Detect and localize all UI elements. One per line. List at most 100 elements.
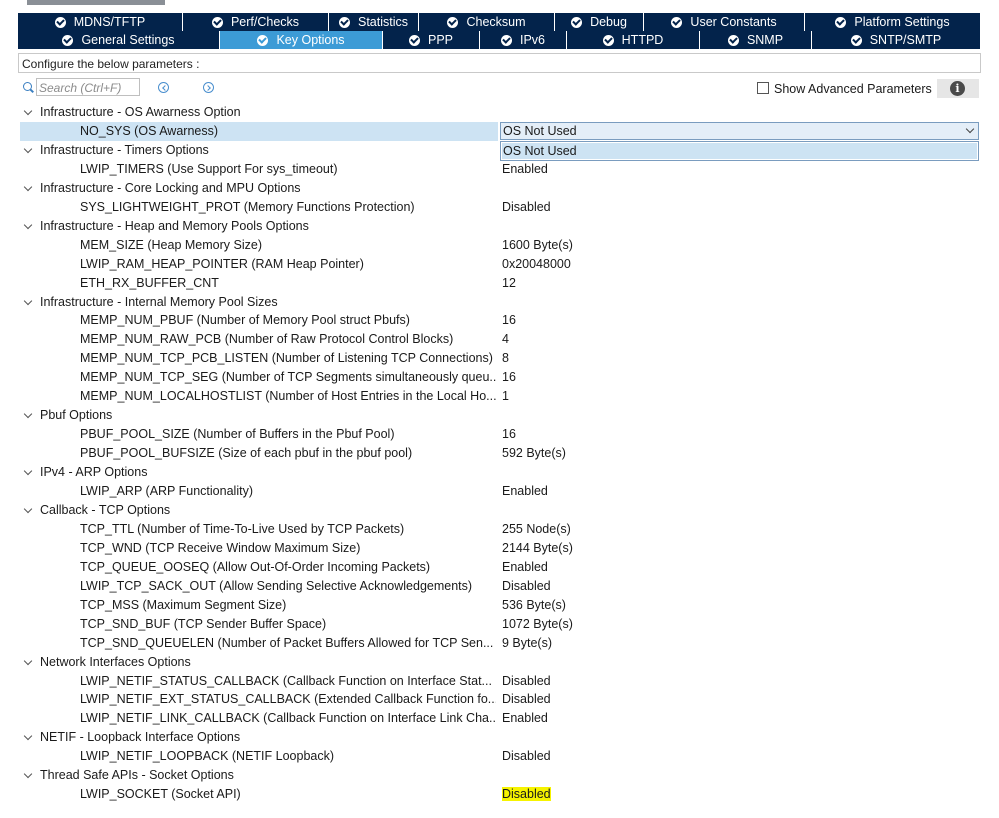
parameter-row[interactable]: LWIP_RAM_HEAP_POINTER (RAM Heap Pointer)… [0,255,999,274]
parameter-row[interactable]: LWIP_TCP_SACK_OUT (Allow Sending Selecti… [0,577,999,596]
parameter-row[interactable]: LWIP_SOCKET (Socket API) Disabled [0,785,999,804]
parameter-value[interactable]: 4 [502,332,509,346]
parameter-value[interactable]: 592 Byte(s) [502,446,566,460]
show-advanced-toggle[interactable]: Show Advanced Parameters [757,82,932,96]
collapse-arrow-icon[interactable] [23,656,33,665]
tab-httpd[interactable]: HTTPD [567,31,700,49]
info-button[interactable]: i [937,79,979,98]
parameter-value[interactable]: Disabled [502,787,551,802]
tab-debug[interactable]: Debug [555,13,644,31]
collapse-arrow-icon[interactable] [23,220,33,229]
group-header[interactable]: Infrastructure - Core Locking and MPU Op… [0,179,999,198]
tab-key-options[interactable]: Key Options [220,31,383,49]
tab-user-constants[interactable]: User Constants [644,13,805,31]
collapse-arrow-icon[interactable] [23,504,33,514]
tab-sntp-smtp[interactable]: SNTP/SMTP [812,31,981,49]
parameter-row[interactable]: TCP_SND_BUF (TCP Sender Buffer Space) 107… [0,615,999,634]
parameter-row[interactable]: PBUF_POOL_BUFSIZE (Size of each pbuf in … [0,444,999,463]
chevron-down-icon[interactable] [965,124,975,134]
parameter-row[interactable]: PBUF_POOL_SIZE (Number of Buffers in the… [0,425,999,444]
parameter-row[interactable]: MEMP_NUM_LOCALHOSTLIST (Number of Host E… [0,387,999,406]
parameter-row[interactable]: LWIP_NETIF_LINK_CALLBACK (Callback Funct… [0,709,999,728]
tab-general-settings[interactable]: General Settings [18,31,220,49]
parameter-value[interactable]: 536 Byte(s) [502,598,566,612]
search-field[interactable]: Search (Ctrl+F) [23,78,141,98]
parameter-value[interactable]: 9 Byte(s) [502,636,552,650]
parameter-value[interactable]: Enabled [502,711,548,725]
tab-snmp[interactable]: SNMP [700,31,812,49]
collapse-arrow-icon[interactable] [23,466,33,476]
tab-checksum[interactable]: Checksum [419,13,555,31]
no-sys-dropdown[interactable]: OS Not Used [500,122,979,140]
tab-ipv6[interactable]: IPv6 [480,31,567,49]
next-match-icon[interactable] [203,82,214,93]
parameter-value[interactable]: Disabled [502,674,551,688]
group-header[interactable]: Infrastructure - Internal Memory Pool Si… [0,293,999,312]
parameter-value[interactable]: 16 [502,370,516,384]
collapse-arrow-icon[interactable] [23,144,33,154]
tab-label: MDNS/TFTP [73,15,146,29]
parameter-value[interactable]: 0x20048000 [502,257,571,271]
parameter-row[interactable]: MEMP_NUM_RAW_PCB (Number of Raw Protocol… [0,330,999,349]
parameter-value[interactable]: Enabled [502,484,548,498]
check-circle-icon [408,34,420,46]
parameter-row[interactable]: LWIP_ARP (ARP Functionality) Enabled [0,482,999,501]
group-header[interactable]: IPv4 - ARP Options [0,463,999,482]
parameter-value[interactable]: Disabled [502,749,551,763]
checkbox-icon[interactable] [757,82,769,94]
parameter-row[interactable]: ETH_RX_BUFFER_CNT 12 [0,274,999,293]
parameter-name: TCP_MSS (Maximum Segment Size) [80,597,287,612]
parameter-value[interactable]: Disabled [502,200,551,214]
tab-perf-checks[interactable]: Perf/Checks [183,13,329,31]
parameter-value[interactable]: Disabled [502,692,551,706]
parameter-row[interactable]: LWIP_TIMERS (Use Support For sys_timeout… [0,160,999,179]
tab-mdns-tftp[interactable]: MDNS/TFTP [18,13,183,31]
collapse-arrow-icon[interactable] [23,732,33,741]
parameter-value[interactable]: 16 [502,313,516,327]
parameter-value[interactable]: 1 [502,389,509,403]
collapse-arrow-icon[interactable] [23,770,33,779]
parameter-row[interactable]: TCP_SND_QUEUELEN (Number of Packet Buffe… [0,634,999,653]
parameter-row[interactable]: MEMP_NUM_TCP_PCB_LISTEN (Number of Liste… [0,349,999,368]
group-header[interactable]: Network Interfaces Options [0,653,999,672]
parameter-name: LWIP_TCP_SACK_OUT (Allow Sending Selecti… [80,578,473,593]
search-input[interactable]: Search (Ctrl+F) [36,78,140,96]
parameter-row[interactable]: MEMP_NUM_PBUF (Number of Memory Pool str… [0,311,999,330]
previous-match-icon[interactable] [158,82,169,93]
parameter-row[interactable]: TCP_WND (TCP Receive Window Maximum Size… [0,539,999,558]
collapse-arrow-icon[interactable] [23,296,33,305]
collapse-arrow-icon[interactable] [23,409,33,419]
parameter-row[interactable]: MEM_SIZE (Heap Memory Size) 1600 Byte(s) [0,236,999,255]
group-header[interactable]: NETIF - Loopback Interface Options [0,728,999,747]
parameter-row[interactable]: LWIP_NETIF_LOOPBACK (NETIF Loopback) Disa… [0,747,999,766]
group-header[interactable]: Infrastructure - OS Awarness Option [0,103,999,122]
parameter-value[interactable]: 1072 Byte(s) [502,617,573,631]
parameter-value[interactable]: 8 [502,351,509,365]
parameter-row[interactable]: TCP_QUEUE_OOSEQ (Allow Out-Of-Order Inco… [0,558,999,577]
parameter-row[interactable]: TCP_TTL (Number of Time-To-Live Used by … [0,520,999,539]
group-header[interactable]: Thread Safe APIs - Socket Options [0,766,999,785]
selected-marker [27,0,165,5]
collapse-arrow-icon[interactable] [23,106,33,116]
group-header[interactable]: Infrastructure - Heap and Memory Pools O… [0,217,999,236]
parameter-value[interactable]: 2144 Byte(s) [502,541,573,555]
group-header[interactable]: Pbuf Options [0,406,999,425]
group-header[interactable]: Callback - TCP Options [0,501,999,520]
parameter-row[interactable]: MEMP_NUM_TCP_SEG (Number of TCP Segments… [0,368,999,387]
parameter-value[interactable]: 16 [502,427,516,441]
parameter-row[interactable]: SYS_LIGHTWEIGHT_PROT (Memory Functions P… [0,198,999,217]
parameter-row[interactable]: TCP_MSS (Maximum Segment Size) 536 Byte(s… [0,596,999,615]
dropdown-option[interactable]: OS Not Used [502,143,977,159]
tab-ppp[interactable]: PPP [383,31,480,49]
parameter-value[interactable]: Enabled [502,162,548,176]
parameter-row[interactable]: LWIP_NETIF_EXT_STATUS_CALLBACK (Extended… [0,690,999,709]
parameter-value[interactable]: Disabled [502,579,551,593]
parameter-value[interactable]: 12 [502,276,516,290]
collapse-arrow-icon[interactable] [23,182,33,192]
parameter-value[interactable]: 1600 Byte(s) [502,238,573,252]
parameter-row[interactable]: LWIP_NETIF_STATUS_CALLBACK (Callback Fun… [0,672,999,691]
tab-statistics[interactable]: Statistics [329,13,419,31]
tab-platform-settings[interactable]: Platform Settings [805,13,981,31]
parameter-value[interactable]: Enabled [502,560,548,574]
parameter-value[interactable]: 255 Node(s) [502,522,571,536]
